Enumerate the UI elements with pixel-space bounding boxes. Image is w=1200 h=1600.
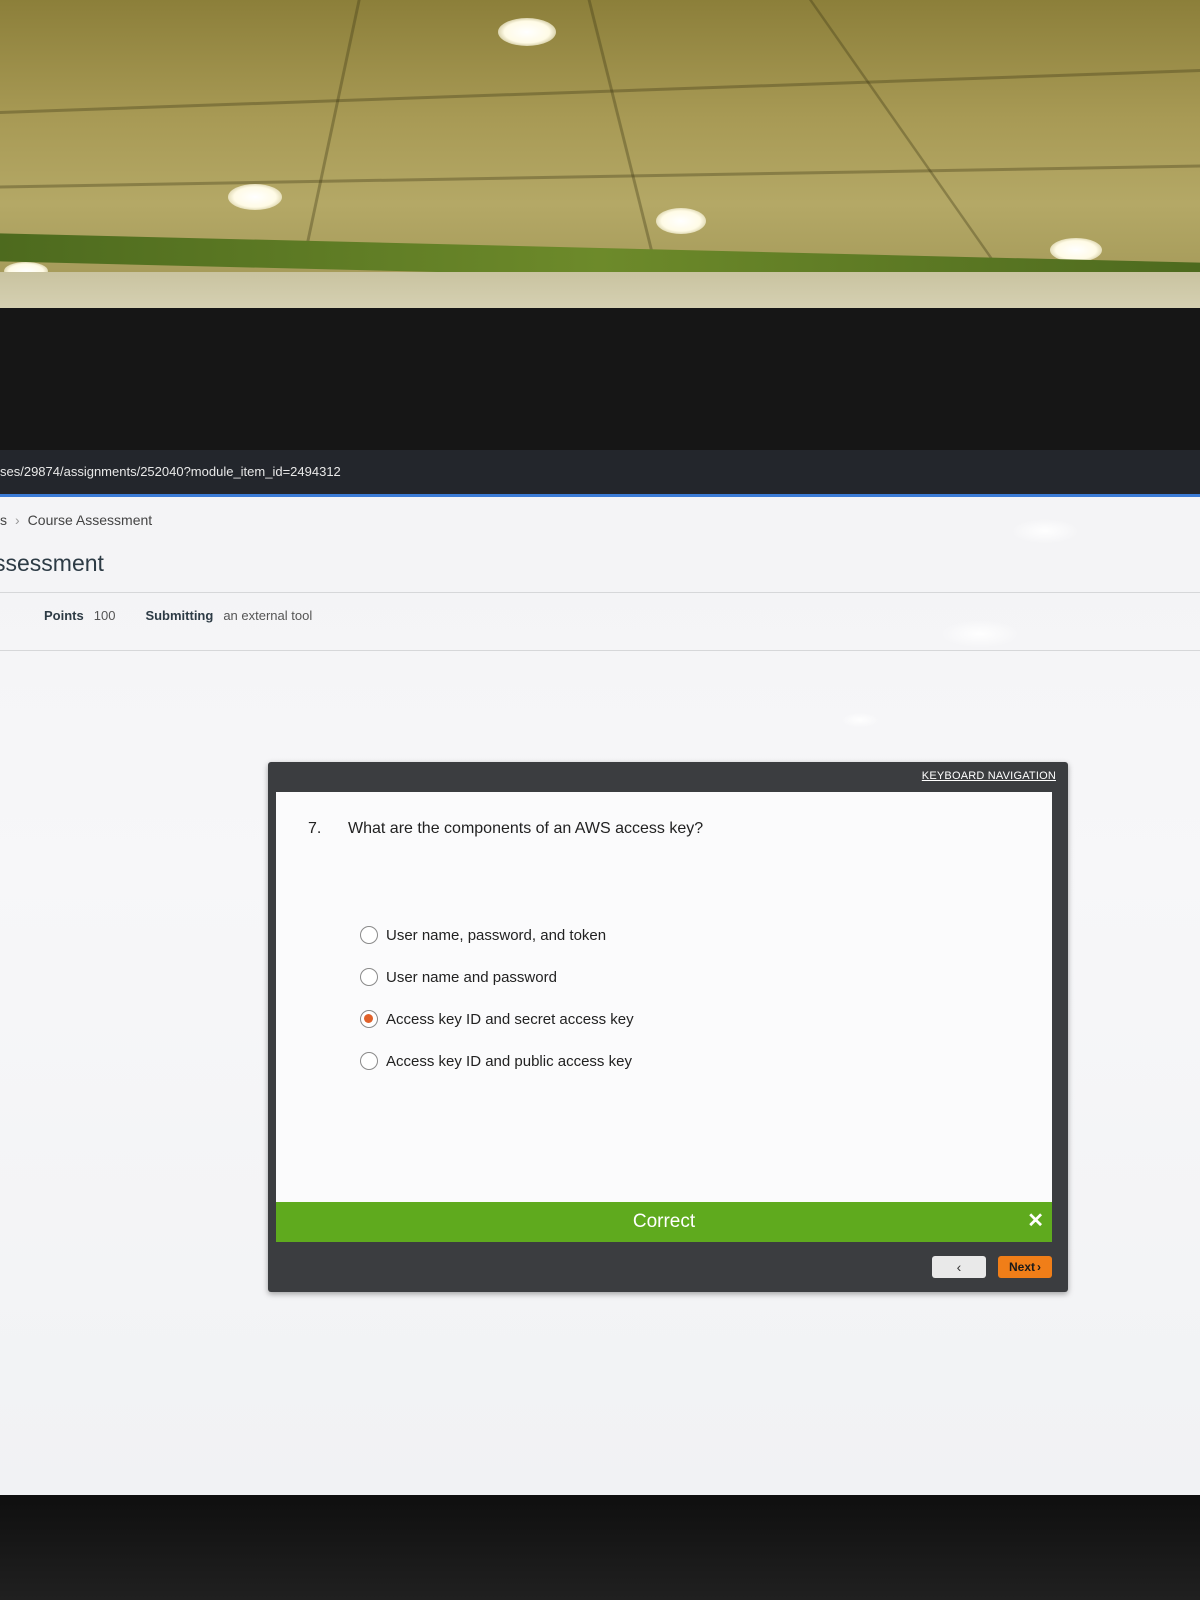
quiz-frame: KEYBOARD NAVIGATION 7. What are the comp…	[268, 762, 1068, 1292]
next-button-label: Next	[1008, 1260, 1035, 1274]
address-bar[interactable]: ses/29874/assignments/252040?module_item…	[0, 450, 1200, 497]
feedback-banner: Correct ✕	[276, 1202, 1052, 1242]
breadcrumb-item-prev[interactable]: s	[0, 512, 7, 528]
breadcrumb-item-current[interactable]: Course Assessment	[28, 512, 153, 528]
previous-button[interactable]: ‹	[932, 1256, 986, 1278]
browser-screen: ses/29874/assignments/252040?module_item…	[0, 450, 1200, 1495]
breadcrumb-separator-icon: ›	[15, 512, 20, 528]
feedback-text: Correct	[632, 1211, 696, 1232]
submitting-label: Submitting	[145, 608, 214, 623]
breadcrumb: s › Course Assessment	[0, 512, 152, 528]
keyboard-navigation-link[interactable]: KEYBOARD NAVIGATION	[922, 770, 1056, 782]
answer-option[interactable]: User name and password	[360, 966, 634, 988]
chevron-right-icon: ›	[1037, 1260, 1041, 1274]
radio-button[interactable]	[360, 926, 378, 944]
radio-button[interactable]	[360, 968, 378, 986]
radio-button-selected[interactable]	[360, 1010, 378, 1028]
next-button[interactable]: Next ›	[998, 1256, 1052, 1278]
submitting-value: an external tool	[223, 608, 313, 623]
screen-glare	[940, 620, 1020, 648]
question-text: What are the components of an AWS access…	[348, 820, 704, 837]
answer-option-label[interactable]: Access key ID and public access key	[386, 1053, 632, 1070]
question-number: 7.	[308, 820, 322, 837]
quiz-toolbar: KEYBOARD NAVIGATION	[268, 762, 1068, 792]
answer-option[interactable]: Access key ID and public access key	[360, 1050, 634, 1072]
chevron-left-icon: ‹	[956, 1259, 962, 1275]
monitor-bezel	[0, 1495, 1200, 1600]
divider	[0, 650, 1200, 651]
page-title: ssessment	[0, 550, 104, 576]
answer-option[interactable]: Access key ID and secret access key	[360, 1008, 634, 1030]
office-ceiling-background	[0, 0, 1200, 340]
answer-options: User name, password, and token User name…	[360, 924, 634, 1092]
radio-button[interactable]	[360, 1052, 378, 1070]
points-value: 100	[93, 608, 116, 623]
monitor: ses/29874/assignments/252040?module_item…	[0, 308, 1200, 1600]
answer-option-label[interactable]: User name and password	[386, 969, 557, 986]
screen-glare	[840, 712, 880, 728]
answer-option-label[interactable]: Access key ID and secret access key	[386, 1011, 634, 1028]
question-panel: 7. What are the components of an AWS acc…	[276, 792, 1052, 1202]
divider	[0, 592, 1200, 593]
points-label: Points	[44, 608, 84, 623]
answer-option-label[interactable]: User name, password, and token	[386, 927, 606, 944]
assignment-meta: Points 100 Submitting an external tool	[44, 608, 342, 623]
screen-glare	[1010, 518, 1080, 544]
answer-option[interactable]: User name, password, and token	[360, 924, 634, 946]
url-text[interactable]: ses/29874/assignments/252040?module_item…	[0, 464, 341, 479]
close-icon[interactable]: ✕	[1027, 1208, 1044, 1233]
